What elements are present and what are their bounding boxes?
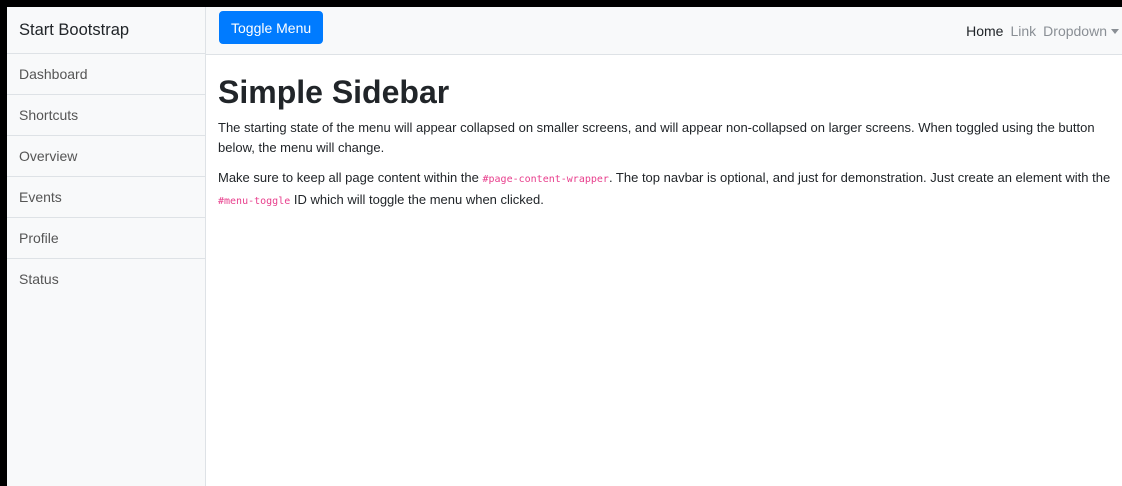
instructions-text-after: ID which will toggle the menu when click…: [290, 192, 544, 208]
menu-toggle-code: #menu-toggle: [218, 196, 291, 208]
intro-paragraph: The starting state of the menu will appe…: [218, 120, 1095, 156]
sidebar-item-dashboard[interactable]: Dashboard: [7, 54, 205, 95]
sidebar-item-events[interactable]: Events: [7, 177, 205, 218]
page-content: Simple Sidebar The starting state of the…: [206, 55, 1122, 222]
page-content-wrapper: Toggle Menu Home Link Dropdown Simple Si…: [206, 7, 1122, 486]
page-content-wrapper-code: #page-content-wrapper: [482, 174, 609, 186]
sidebar-item-overview[interactable]: Overview: [7, 136, 205, 177]
sidebar-heading: Start Bootstrap: [7, 7, 205, 54]
nav-dropdown-label: Dropdown: [1043, 22, 1107, 39]
instructions-text-before: Make sure to keep all page content withi…: [218, 170, 483, 186]
instructions-paragraph: Make sure to keep all page content withi…: [218, 168, 1118, 212]
nav-link-link[interactable]: Link: [1006, 23, 1039, 39]
top-navbar: Toggle Menu Home Link Dropdown: [206, 7, 1122, 55]
page-title: Simple Sidebar: [218, 74, 450, 110]
navbar-links: Home Link Dropdown: [962, 23, 1122, 39]
nav-dropdown[interactable]: Dropdown: [1039, 23, 1122, 39]
sidebar: Start Bootstrap Dashboard Shortcuts Over…: [7, 7, 206, 486]
browser-frame: Start Bootstrap Dashboard Shortcuts Over…: [0, 0, 1122, 486]
sidebar-item-status[interactable]: Status: [7, 259, 205, 300]
caret-down-icon: [1111, 28, 1119, 34]
sidebar-item-profile[interactable]: Profile: [7, 218, 205, 259]
nav-link-home[interactable]: Home: [962, 23, 1006, 39]
instructions-text-middle: . The top navbar is optional, and just f…: [608, 170, 1111, 186]
sidebar-item-shortcuts[interactable]: Shortcuts: [7, 95, 205, 136]
toggle-menu-button[interactable]: Toggle Menu: [219, 11, 324, 44]
